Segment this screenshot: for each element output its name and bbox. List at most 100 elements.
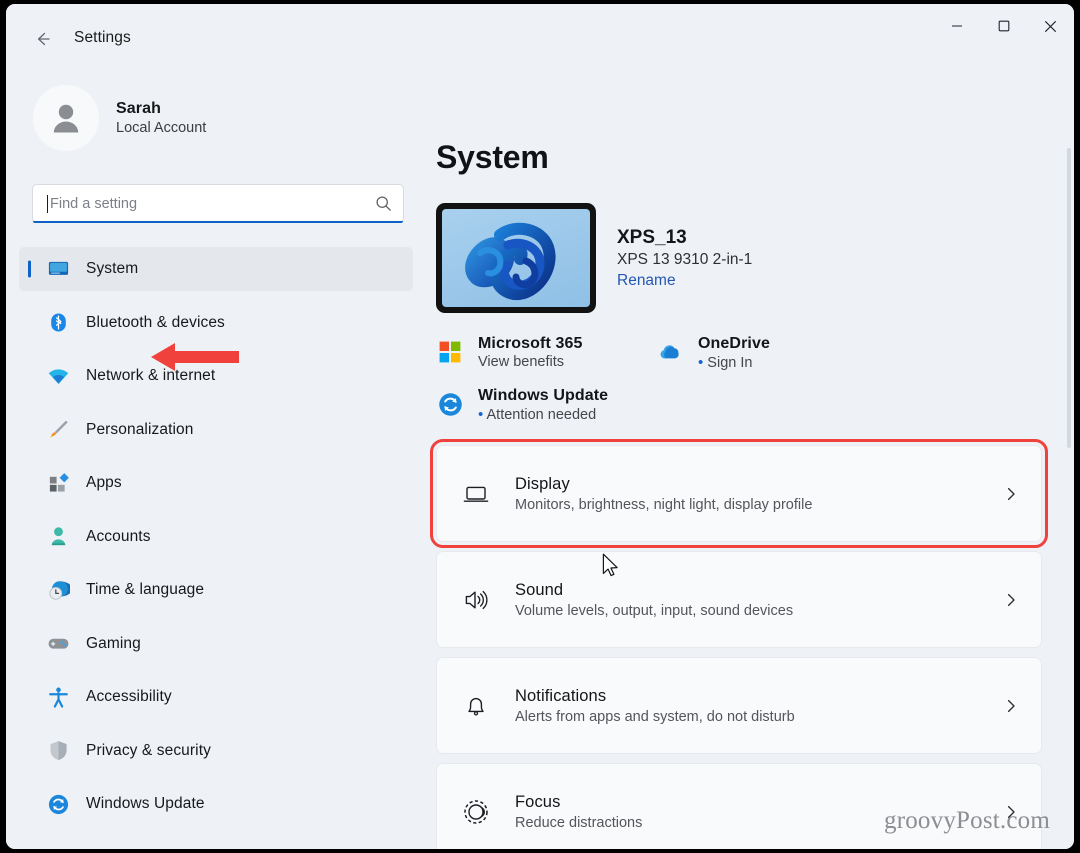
device-model: XPS 13 9310 2-in-1 — [617, 251, 753, 268]
rename-link[interactable]: Rename — [617, 272, 752, 290]
sidebar-item-system[interactable]: System — [19, 247, 413, 291]
paintbrush-icon — [46, 418, 70, 442]
settings-card-sound[interactable]: Sound Volume levels, output, input, soun… — [436, 551, 1042, 648]
back-button[interactable] — [26, 22, 60, 56]
sidebar-item-label: Personalization — [86, 420, 194, 438]
windows-update-title: Windows Update — [478, 387, 609, 404]
sidebar-item-accessibility[interactable]: Accessibility — [19, 675, 413, 719]
vertical-scrollbar[interactable] — [1067, 148, 1071, 448]
status-bullet: • — [698, 354, 704, 371]
maximize-button[interactable] — [980, 4, 1027, 48]
bell-icon — [461, 691, 491, 721]
search-input[interactable]: Find a setting — [50, 196, 375, 212]
sidebar-item-label: Network & internet — [86, 367, 216, 384]
settings-window: Settings Sarah Local Account Find a sett… — [6, 4, 1074, 849]
window-body: Sarah Local Account Find a setting Syste… — [6, 68, 1074, 849]
minimize-icon — [951, 25, 962, 27]
settings-card-display[interactable]: Display Monitors, brightness, night ligh… — [430, 439, 1048, 548]
text-caret — [47, 194, 48, 213]
settings-card-focus[interactable]: Focus Reduce distractions — [436, 763, 1042, 849]
sidebar-item-bluetooth-devices[interactable]: Bluetooth & devices — [19, 301, 413, 345]
sidebar-item-label: System — [86, 260, 139, 277]
settings-card-list: Display Monitors, brightness, night ligh… — [430, 439, 1048, 849]
chevron-right-icon[interactable] — [1003, 698, 1019, 714]
apps-icon — [46, 471, 70, 495]
settings-card-subtitle: Volume levels, output, input, sound devi… — [515, 602, 794, 619]
account-subtitle: Local Account — [116, 120, 207, 136]
gamepad-icon — [46, 632, 70, 656]
sidebar-item-apps[interactable]: Apps — [19, 461, 413, 505]
device-info: XPS_13 XPS 13 9310 2-in-1 Rename — [617, 203, 752, 290]
microsoft-365-subtitle[interactable]: View benefits — [478, 354, 582, 370]
close-icon — [1044, 20, 1057, 32]
windows-update-subtitle[interactable]: • Attention needed — [478, 406, 608, 423]
settings-card-title: Notifications — [515, 686, 607, 705]
windows-update-text: Windows Update • Attention needed — [478, 387, 608, 423]
chevron-right-icon[interactable] — [1003, 486, 1019, 502]
close-button[interactable] — [1027, 4, 1074, 48]
settings-card-text: Display Monitors, brightness, night ligh… — [515, 475, 979, 513]
microsoft-365-text: Microsoft 365 View benefits — [478, 335, 582, 370]
status-summary: Microsoft 365 View benefits OneDrive • S… — [436, 335, 1042, 423]
windows-bloom-wallpaper-thumbnail — [442, 209, 590, 307]
sidebar-item-label: Bluetooth & devices — [86, 313, 225, 331]
window-controls — [933, 4, 1074, 48]
microsoft-logo-icon — [436, 338, 464, 366]
accounts-person-icon — [46, 525, 70, 549]
page-title: System — [436, 139, 549, 175]
sidebar-item-privacy-security[interactable]: Privacy & security — [19, 729, 413, 773]
main-content: System XPS_13 XPS 13 9310 2-in-1 Rename … — [426, 68, 1074, 849]
watermark: groovyPost.com — [884, 807, 1050, 834]
settings-card-subtitle: Monitors, brightness, night light, displ… — [515, 496, 813, 513]
account-summary[interactable]: Sarah Local Account — [6, 68, 426, 154]
focus-moon-icon — [461, 797, 491, 827]
sidebar-item-accounts[interactable]: Accounts — [19, 515, 413, 559]
sidebar-item-label: Windows Update — [86, 795, 205, 812]
status-row-bottom: Windows Update • Attention needed — [436, 387, 1042, 423]
back-arrow-icon — [37, 32, 50, 46]
settings-card-notifications[interactable]: Notifications Alerts from apps and syste… — [436, 657, 1042, 754]
search-field-wrapper[interactable]: Find a setting — [32, 184, 404, 223]
onedrive-cloud-icon — [656, 338, 684, 366]
avatar — [33, 85, 99, 151]
windows-update-status[interactable]: Windows Update • Attention needed — [436, 387, 608, 423]
account-name: Sarah — [116, 100, 161, 117]
settings-card-title: Sound — [515, 580, 564, 599]
sidebar-item-label: Apps — [86, 474, 122, 491]
sidebar-item-label: Privacy & security — [86, 741, 211, 759]
onedrive-subtitle[interactable]: • Sign In — [698, 354, 770, 371]
sidebar-item-label: Time & language — [86, 581, 205, 598]
account-text: Sarah Local Account — [116, 100, 206, 136]
settings-card-title: Display — [515, 474, 570, 493]
search-box[interactable]: Find a setting — [32, 184, 404, 223]
clock-globe-icon — [46, 578, 70, 602]
onedrive-title: OneDrive — [698, 335, 770, 352]
device-thumbnail — [436, 203, 596, 313]
wifi-icon — [46, 364, 70, 388]
shield-icon — [46, 739, 70, 763]
chevron-right-icon[interactable] — [1003, 592, 1019, 608]
update-refresh-icon — [46, 792, 70, 816]
minimize-button[interactable] — [933, 4, 980, 48]
sidebar-item-network-internet[interactable]: Network & internet — [19, 354, 413, 398]
device-summary: XPS_13 XPS 13 9310 2-in-1 Rename — [436, 203, 1042, 313]
settings-card-text: Sound Volume levels, output, input, soun… — [515, 581, 979, 619]
sidebar-item-time-language[interactable]: Time & language — [19, 568, 413, 612]
sidebar-item-label: Accessibility — [86, 688, 172, 705]
bluetooth-icon — [46, 311, 70, 335]
onedrive-subtitle-text: Sign In — [707, 355, 753, 371]
sidebar-item-personalization[interactable]: Personalization — [19, 408, 413, 452]
sidebar-item-gaming[interactable]: Gaming — [19, 622, 413, 666]
sidebar-item-label: Accounts — [86, 527, 151, 545]
maximize-icon — [998, 20, 1009, 32]
microsoft-365-status[interactable]: Microsoft 365 View benefits — [436, 335, 656, 370]
status-row-top: Microsoft 365 View benefits OneDrive • S… — [436, 335, 1042, 371]
windows-update-subtitle-text: Attention needed — [486, 407, 597, 423]
update-refresh-icon — [436, 390, 464, 418]
accessibility-person-icon — [46, 685, 70, 709]
settings-card-subtitle: Alerts from apps and system, do not dist… — [515, 708, 795, 725]
onedrive-status[interactable]: OneDrive • Sign In — [656, 335, 770, 371]
titlebar: Settings — [6, 4, 1074, 68]
sidebar-item-windows-update[interactable]: Windows Update — [19, 782, 413, 826]
search-icon[interactable] — [375, 195, 392, 212]
